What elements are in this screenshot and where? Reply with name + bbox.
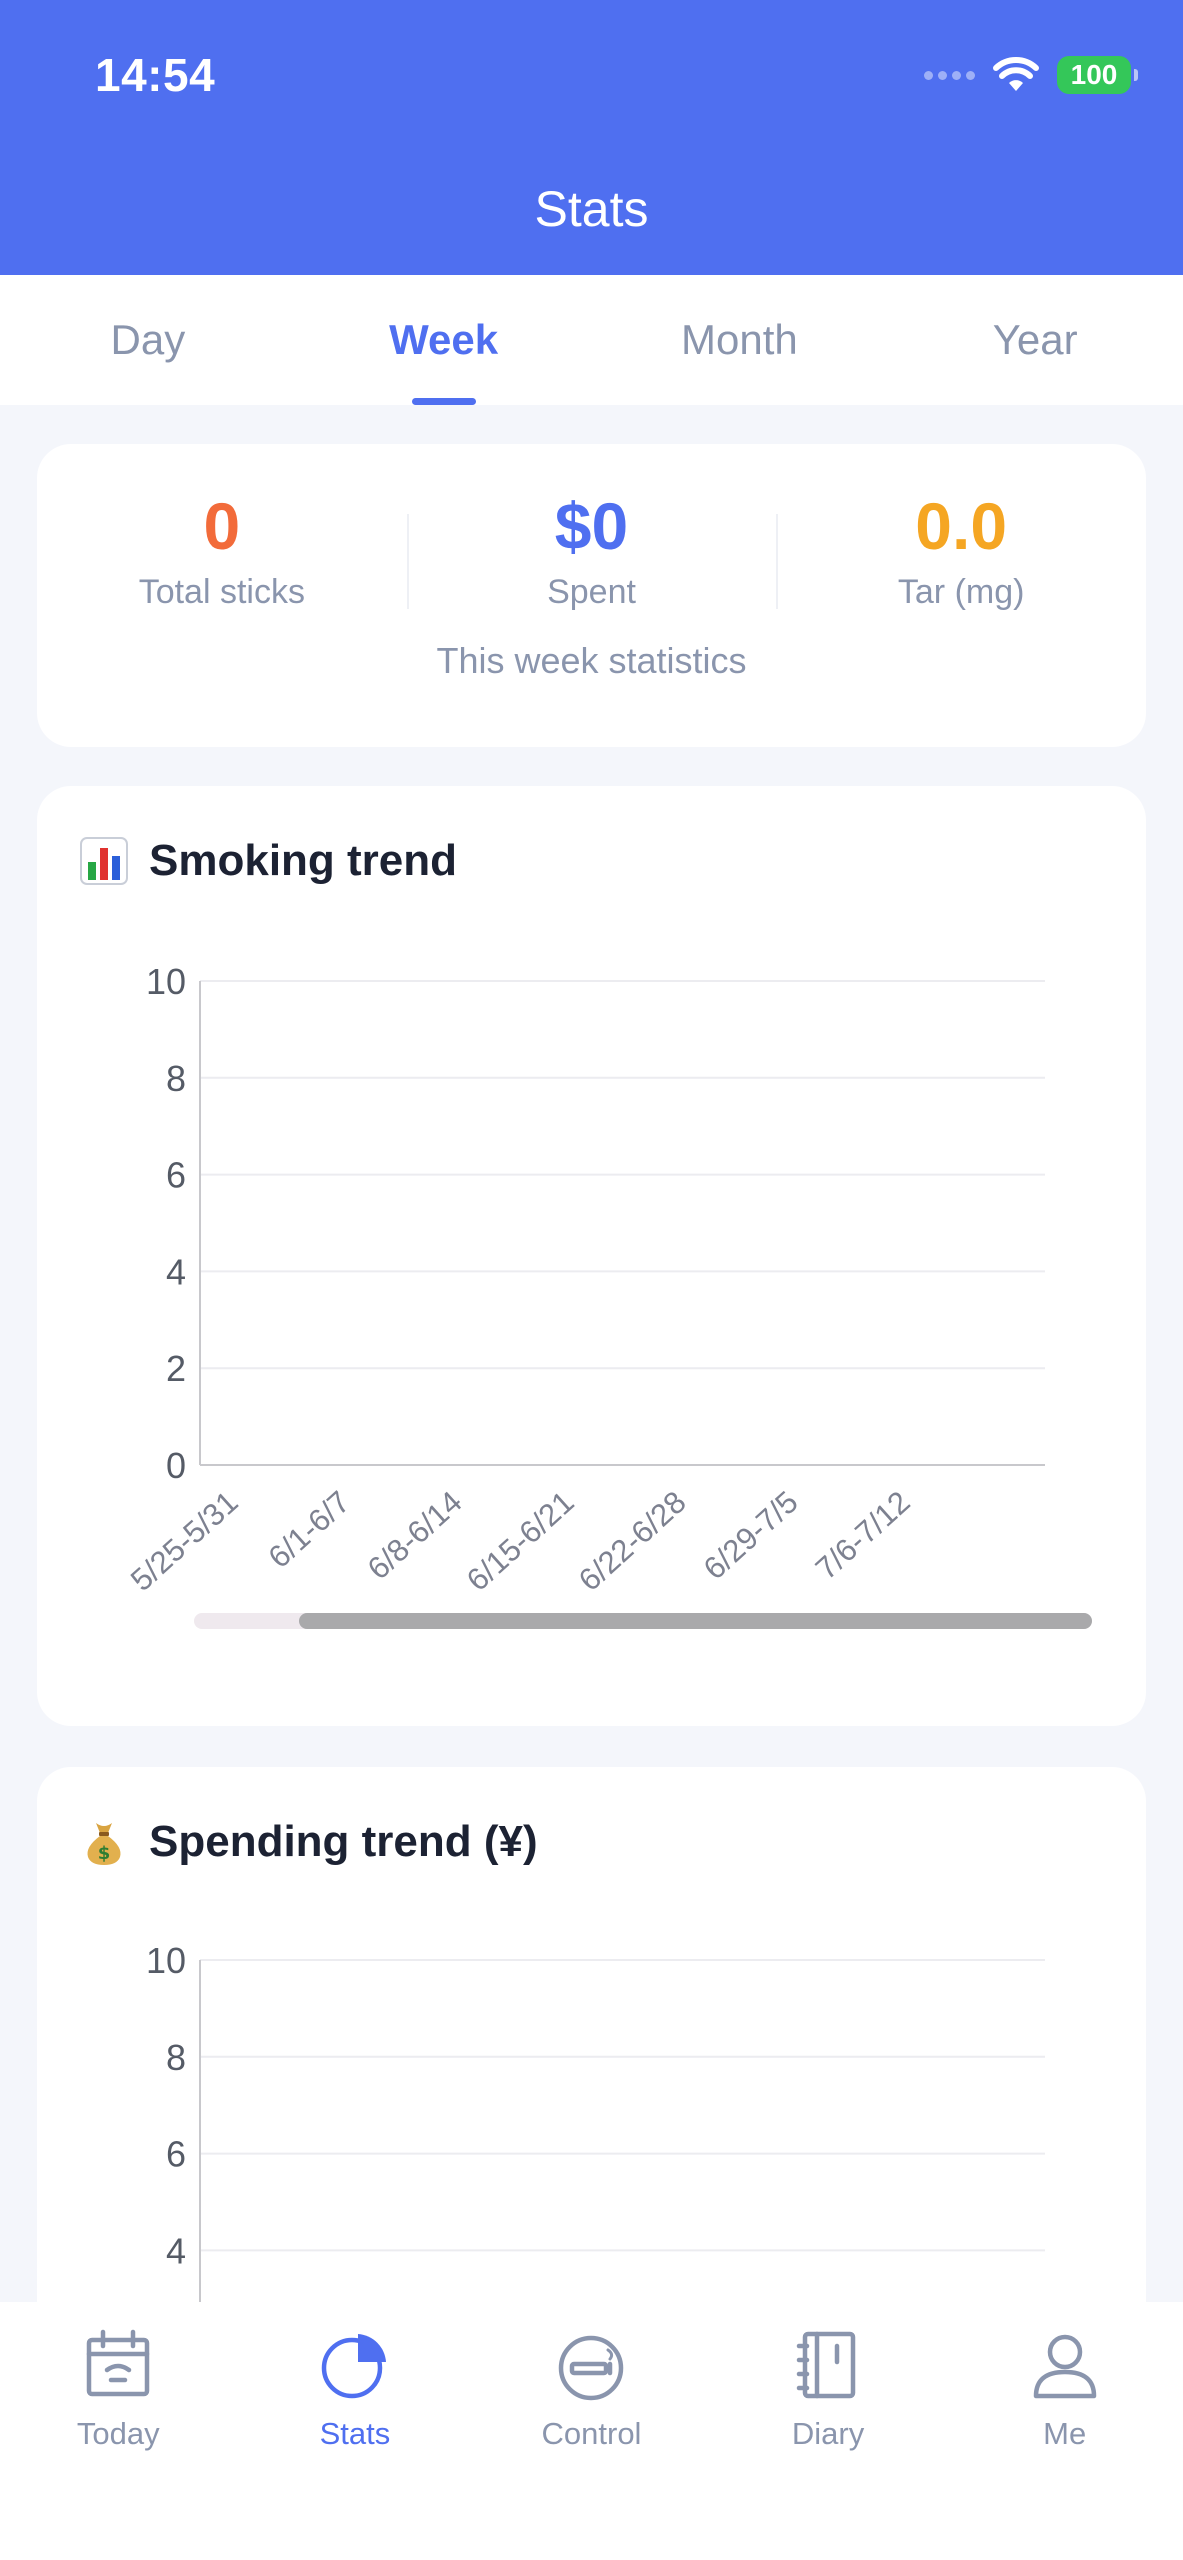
summary-caption: This week statistics [436,640,747,681]
tab-year[interactable]: Year [887,275,1183,405]
y-tick-label: 6 [166,2134,186,2175]
nav-me-label: Me [1043,2416,1087,2451]
page-title: Stats [534,181,649,237]
tar-label: Tar (mg) [897,572,1025,611]
smoking-trend-chart: 0 2 4 6 8 10 5/25-5/31 6/1-6/7 6/8-6/146/15-6/21… [124,961,1092,1629]
period-tabs: Day Week Month Year [0,275,1183,405]
battery-level: 100 [1070,59,1118,90]
bottom-nav: Today Stats Control Diary Me [0,2302,1183,2560]
summary-card: 0 Total sticks $0 Spent 0.0 Tar (mg) Thi… [37,444,1146,747]
status-icons: 100 [924,50,1138,100]
x-tick-label: 6/8-6/14 [361,1484,469,1586]
pie-chart-icon [321,2334,386,2399]
y-tick-label: 8 [166,1058,186,1099]
total-sticks-label: Total sticks [138,572,305,611]
tab-week[interactable]: Week [296,275,592,405]
status-time: 14:54 [95,49,216,101]
chart-scrollbar-thumb [299,1613,1092,1629]
y-tick-label: 10 [146,1940,186,1981]
total-sticks-value: 0 [203,489,241,563]
y-tick-label: 8 [166,2037,186,2078]
nav-stats[interactable]: Stats [237,2302,474,2560]
y-tick-label: 2 [166,1348,186,1389]
x-tick-label: 6/15-6/21 [460,1484,581,1598]
notebook-icon [796,2331,856,2399]
y-tick-label: 4 [166,1251,186,1292]
nav-diary[interactable]: Diary [710,2302,947,2560]
summary-spent: $0 Spent [406,489,777,644]
x-tick-label: 6/29-7/5 [697,1484,805,1586]
x-tick-label: 5/25-5/31 [124,1484,245,1598]
nav-control-label: Control [541,2416,642,2451]
summary-tar: 0.0 Tar (mg) [776,489,1146,644]
wifi-icon [993,57,1039,91]
nav-today-label: Today [76,2416,160,2451]
nav-me[interactable]: Me [946,2302,1183,2560]
nav-today[interactable]: Today [0,2302,237,2560]
y-tick-label: 6 [166,1155,186,1196]
tab-day[interactable]: Day [0,275,296,405]
tar-value: 0.0 [915,489,1008,563]
smoking-trend-card: Smoking trend 0 2 4 6 8 10 5/25-5/31 6/1-6/7 6/8… [37,786,1146,1726]
nav-control[interactable]: Control [473,2302,710,2560]
y-tick-label: 0 [166,1445,186,1486]
battery-icon: 100 [1057,56,1138,94]
user-icon [1033,2334,1096,2399]
spent-label: Spent [547,572,636,611]
nav-diary-label: Diary [791,2416,865,2451]
summary-total-sticks: 0 Total sticks [37,489,407,644]
x-tick-label: 6/22-6/28 [572,1484,693,1598]
header: 14:54 100 Stats [0,0,1183,275]
tab-month[interactable]: Month [592,275,888,405]
calendar-icon [87,2329,150,2397]
no-smoking-icon [559,2335,624,2401]
spent-value: $0 [554,489,629,563]
y-tick-label: 4 [166,2230,186,2271]
cellular-signal-icon [924,70,975,80]
y-tick-label: 10 [146,961,186,1002]
nav-stats-label: Stats [319,2416,391,2451]
x-tick-label: 7/6-7/12 [809,1484,917,1586]
x-tick-label: 6/1-6/7 [262,1484,357,1575]
